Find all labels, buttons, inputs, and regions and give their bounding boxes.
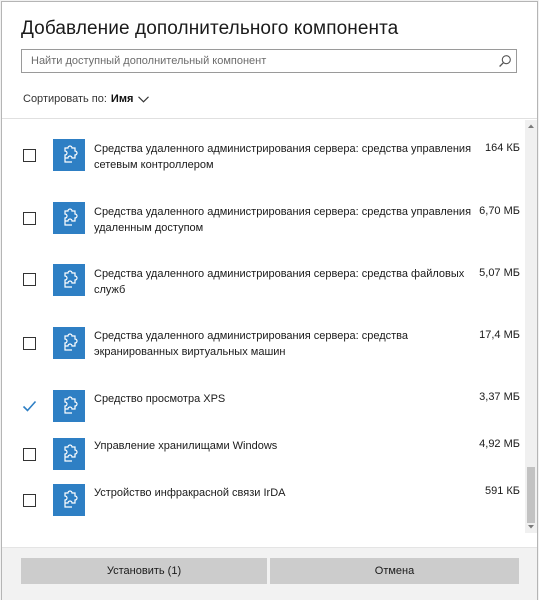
- dialog-footer: Установить (1) Отмена: [2, 547, 537, 600]
- feature-size: 164 КБ: [484, 142, 520, 154]
- list-item[interactable]: Управление хранилищами Windows 4,92 МБ: [2, 421, 522, 475]
- list-item[interactable]: Устройство инфракрасной связи IrDA 591 К…: [2, 475, 522, 537]
- list-item[interactable]: Средства удаленного администрирования се…: [2, 119, 522, 181]
- feature-name: Устройство инфракрасной связи IrDA: [94, 487, 286, 499]
- checkmark-icon: [22, 400, 37, 412]
- feature-list: Средства удаленного администрирования се…: [2, 119, 537, 537]
- list-item[interactable]: Средство просмотра XPS 3,37 МБ: [2, 367, 522, 422]
- feature-size: 591 КБ: [484, 485, 520, 497]
- list-item[interactable]: Средства удаленного администрирования се…: [2, 305, 522, 367]
- feature-checkbox-checked[interactable]: [22, 400, 37, 413]
- feature-name: Управление хранилищами Windows: [94, 440, 278, 452]
- feature-checkbox[interactable]: [23, 212, 36, 225]
- chevron-down-icon: [138, 95, 150, 103]
- list-item[interactable]: Средства удаленного администрирования се…: [2, 243, 522, 305]
- list-item[interactable]: Средства удаленного администрирования се…: [2, 181, 522, 243]
- puzzle-piece-icon: [53, 264, 85, 296]
- feature-checkbox[interactable]: [23, 149, 36, 162]
- feature-name: Средства удаленного администрирования се…: [94, 206, 472, 234]
- scroll-thumb[interactable]: [527, 467, 535, 523]
- puzzle-piece-icon: [53, 202, 85, 234]
- puzzle-piece-icon: [53, 139, 85, 171]
- install-button[interactable]: Установить (1): [21, 558, 267, 584]
- cancel-button[interactable]: Отмена: [270, 558, 519, 584]
- feature-size: 17,4 МБ: [479, 329, 520, 341]
- feature-size: 6,70 МБ: [479, 205, 520, 217]
- feature-name: Средства удаленного администрирования се…: [94, 268, 465, 296]
- puzzle-piece-icon: [53, 484, 85, 516]
- list-scrollbar[interactable]: [525, 120, 537, 533]
- scroll-down-arrow-icon[interactable]: [525, 521, 537, 533]
- feature-checkbox[interactable]: [23, 337, 36, 350]
- add-optional-feature-dialog: Добавление дополнительного компонента Со…: [1, 1, 538, 600]
- feature-size: 5,07 МБ: [479, 267, 520, 279]
- search-box[interactable]: [21, 49, 517, 73]
- sort-label: Сортировать по:: [23, 93, 107, 105]
- feature-size: 4,92 МБ: [479, 438, 520, 450]
- feature-checkbox[interactable]: [23, 448, 36, 461]
- search-input[interactable]: [22, 50, 492, 72]
- feature-checkbox[interactable]: [23, 273, 36, 286]
- feature-name: Средства удаленного администрирования се…: [94, 143, 472, 171]
- puzzle-piece-icon: [53, 438, 85, 470]
- scroll-up-arrow-icon[interactable]: [525, 120, 537, 132]
- search-icon[interactable]: [498, 54, 512, 68]
- puzzle-piece-icon: [53, 390, 85, 422]
- feature-checkbox[interactable]: [23, 494, 36, 507]
- sort-dropdown[interactable]: Сортировать по: Имя: [23, 93, 150, 105]
- dialog-title: Добавление дополнительного компонента: [21, 18, 399, 39]
- sort-value: Имя: [110, 93, 134, 105]
- feature-name: Средство просмотра XPS: [94, 393, 226, 405]
- feature-size: 3,37 МБ: [479, 391, 520, 403]
- feature-name: Средства удаленного администрирования се…: [94, 330, 408, 358]
- puzzle-piece-icon: [53, 327, 85, 359]
